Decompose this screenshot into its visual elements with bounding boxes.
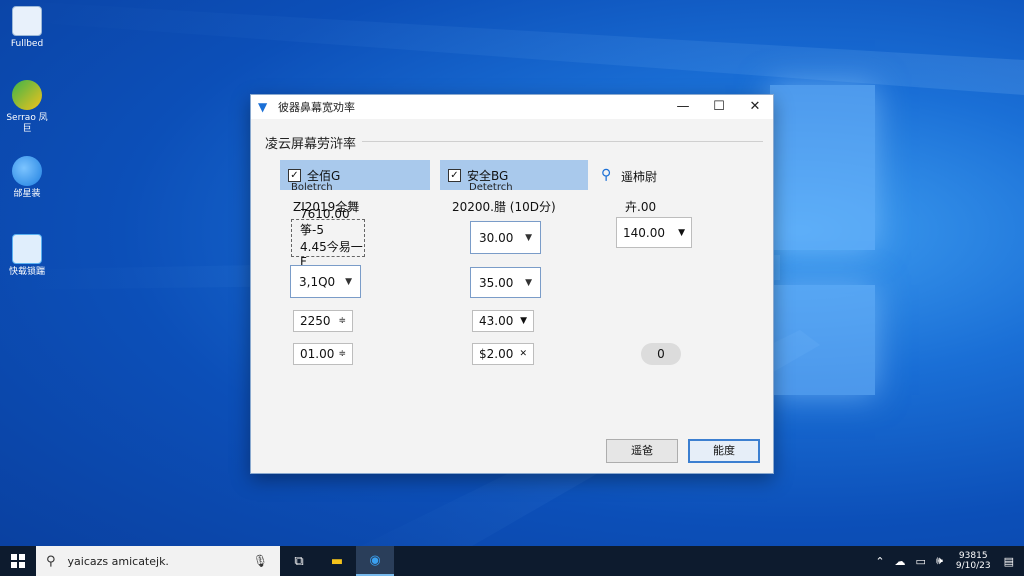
chevron-down-icon: ▼ xyxy=(525,232,532,243)
windows-logo-wallpaper xyxy=(770,85,880,400)
network-icon[interactable]: ☁ xyxy=(895,555,906,568)
column-2-checkbox[interactable]: ✓ xyxy=(448,168,461,182)
microphone-icon[interactable]: 🎙 xyxy=(253,554,268,568)
column-header-2[interactable]: ✓ 安全BG xyxy=(440,160,588,190)
taskbar-search-box[interactable]: ⚲ yaicazs amicatejk. 🎙 xyxy=(36,546,280,576)
taskbar: ⚲ yaicazs amicatejk. 🎙 ⧉ ▬ ◉ ⌃ ☁ ▭ 🕪 938… xyxy=(0,546,1024,576)
col2-clear-field-value: $2.00 xyxy=(479,347,514,361)
stepper-icon: ≑ xyxy=(338,349,346,359)
col1-stepper-1-value: 2250 xyxy=(300,314,331,328)
col1-stepper-2[interactable]: 01.00 ≑ xyxy=(293,343,353,365)
desktop-icon-recycle-bin[interactable]: Fullbed xyxy=(4,6,50,50)
col3-dropdown-value: 140.00 xyxy=(623,225,665,240)
filter-icon[interactable]: ⚲ xyxy=(601,167,611,183)
desktop-icon-app-1[interactable]: Serrao 凤 巨 xyxy=(4,80,50,135)
edge-icon: ◉ xyxy=(369,552,381,568)
col2-dropdown-3-value: 43.00 xyxy=(479,314,514,328)
chevron-down-icon: ▼ xyxy=(520,316,527,326)
recycle-bin-icon xyxy=(12,6,42,36)
col2-dropdown-1-value: 30.00 xyxy=(479,230,514,245)
column-2-label: 安全BG xyxy=(467,168,509,183)
window-app-icon xyxy=(12,234,42,264)
cancel-button[interactable]: 遥爸 xyxy=(606,439,678,463)
stepper-icon: ≑ xyxy=(338,316,346,326)
col2-dropdown-3[interactable]: 43.00 ▼ xyxy=(472,310,534,332)
column-1-label: 全佰G xyxy=(307,168,341,183)
col1-stepper-2-value: 01.00 xyxy=(300,347,335,361)
desktop-icon-app-3[interactable]: 快载锁踹 xyxy=(4,234,50,278)
column-1-sub: Boletrch xyxy=(291,182,333,193)
column-3-label: 遥柿尉 xyxy=(621,170,658,184)
folder-icon: ▬ xyxy=(330,553,344,569)
dialog-titlebar[interactable]: ▼ 彼器鼻幕宽劝率 — ☐ ✕ xyxy=(251,95,773,119)
minimize-button[interactable]: — xyxy=(665,95,701,119)
desktop-icon-label: 邰星装 xyxy=(13,189,41,199)
task-view-icon: ⧉ xyxy=(294,553,304,569)
clear-icon[interactable]: ✕ xyxy=(519,349,527,359)
col3-toggle-pill[interactable]: 0 xyxy=(641,343,681,365)
clock[interactable]: 93815 9/10/23 xyxy=(956,551,991,571)
dialog-title: 彼器鼻幕宽劝率 xyxy=(278,101,355,114)
file-explorer-button[interactable]: ▬ xyxy=(318,546,356,576)
windows-icon xyxy=(11,554,25,568)
column-2-sub: Detetrch xyxy=(469,182,513,193)
clock-time: 93815 xyxy=(958,551,988,561)
col1-dropdown[interactable]: 3,1Q0 ▼ xyxy=(290,265,361,298)
battery-icon[interactable]: ▭ xyxy=(916,555,926,568)
close-button[interactable]: ✕ xyxy=(737,95,773,119)
task-view-button[interactable]: ⧉ xyxy=(280,546,318,576)
volume-icon[interactable]: 🕪 xyxy=(936,554,943,568)
ok-button[interactable]: 能度 xyxy=(688,439,760,463)
column-1-checkbox[interactable]: ✓ xyxy=(288,168,301,182)
maximize-button[interactable]: ☐ xyxy=(701,95,737,119)
col1-stepper-1[interactable]: 2250 ≑ xyxy=(293,310,353,332)
col2-dropdown-2[interactable]: 35.00 ▼ xyxy=(470,267,541,298)
col2-dropdown-2-value: 35.00 xyxy=(479,275,514,290)
search-input[interactable]: yaicazs amicatejk. xyxy=(68,555,169,568)
col2-dropdown-1[interactable]: 30.00 ▼ xyxy=(470,221,541,254)
col1-dashed-select[interactable]: 7610.00筝-5 4.45今易一F xyxy=(291,207,365,269)
desktop-icon-label: Fullbed xyxy=(10,39,44,49)
group-title: 凌云屏幕劳浒率 xyxy=(265,133,363,152)
desktop-icon-app-2[interactable]: 邰星装 xyxy=(4,156,50,200)
notification-icon[interactable]: ▤ xyxy=(1004,555,1014,568)
desktop-icon-label: 快载锁踹 xyxy=(8,267,45,277)
app-shield-icon: ▼ xyxy=(258,100,268,114)
chevron-down-icon: ▼ xyxy=(678,227,685,238)
app-circle-icon xyxy=(12,156,42,186)
col3-value: 卉.00 xyxy=(625,200,657,214)
edge-browser-button[interactable]: ◉ xyxy=(356,546,394,576)
chevron-up-icon[interactable]: ⌃ xyxy=(875,555,884,568)
search-icon: ⚲ xyxy=(46,553,56,569)
col2-resolution: 20200.腊 (10D分) xyxy=(452,200,556,214)
chevron-down-icon: ▼ xyxy=(345,276,352,287)
col3-dropdown[interactable]: 140.00 ▼ xyxy=(616,217,692,248)
desktop-icon-label: Serrao 凤 巨 xyxy=(6,113,48,134)
system-tray: ⌃ ☁ ▭ 🕪 93815 9/10/23 ▤ xyxy=(870,546,1024,576)
clock-date: 9/10/23 xyxy=(955,561,991,571)
chevron-down-icon: ▼ xyxy=(525,277,532,288)
display-settings-dialog: ▼ 彼器鼻幕宽劝率 — ☐ ✕ 凌云屏幕劳浒率 ✓ 全佰G Boletrch ✓… xyxy=(250,94,774,474)
col2-clear-field[interactable]: $2.00 ✕ xyxy=(472,343,534,365)
start-button[interactable] xyxy=(0,546,36,576)
globe-icon xyxy=(12,80,42,110)
col1-dropdown-value: 3,1Q0 xyxy=(299,274,336,289)
col1-dashed-line1: 7610.00筝-5 xyxy=(300,207,350,237)
